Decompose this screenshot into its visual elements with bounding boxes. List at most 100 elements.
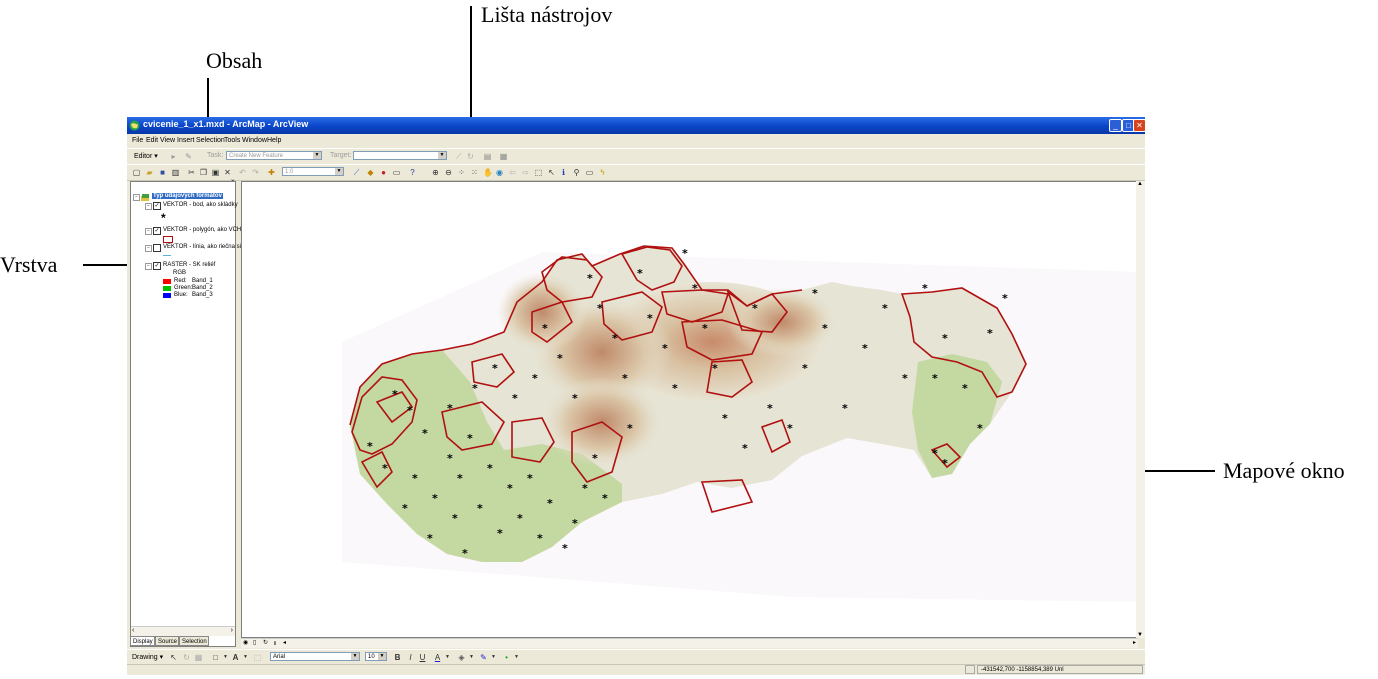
scroll-up-icon[interactable]: ▲ <box>1137 181 1143 187</box>
select-features-icon[interactable]: ⬚ <box>534 168 543 177</box>
arccatalog-icon[interactable]: ● <box>379 168 388 177</box>
tab-source[interactable]: Source <box>155 636 179 646</box>
editor-menu-button[interactable]: Editor ▾ <box>134 152 158 160</box>
refresh-view-icon[interactable]: ↻ <box>263 639 268 646</box>
new-document-icon[interactable]: ▢ <box>132 168 141 177</box>
target-dropdown[interactable]: ▼ <box>353 151 447 160</box>
menu-view[interactable]: View <box>160 137 175 144</box>
window-icon[interactable]: ▭ <box>392 168 401 177</box>
chevron-down-icon[interactable]: ▼ <box>221 653 230 662</box>
zoom-in-icon[interactable]: ⊕ <box>431 168 440 177</box>
toc-root-label[interactable]: Typ údajových formátov <box>152 193 223 199</box>
redo-icon[interactable]: ↷ <box>251 168 260 177</box>
title-bar[interactable]: cvicenie_1_x1.mxd - ArcMap - ArcView _ □… <box>127 117 1146 134</box>
scroll-left-icon[interactable]: ◂ <box>283 639 286 646</box>
font-name-dropdown[interactable]: Arial ▼ <box>270 652 360 661</box>
back-extent-icon[interactable]: ⇦ <box>508 168 517 177</box>
attributes-icon[interactable]: ▤ <box>483 152 492 161</box>
arctoolbox-icon[interactable]: ◆ <box>366 168 375 177</box>
scroll-left-icon[interactable]: ‹ <box>132 627 134 634</box>
paste-icon[interactable]: ▣ <box>211 168 220 177</box>
task-dropdown[interactable]: Create New Feature ▼ <box>226 151 322 160</box>
fill-color-icon[interactable]: ◈ <box>457 653 466 662</box>
menu-file[interactable]: File <box>132 137 143 144</box>
find-icon[interactable]: ⚲ <box>572 168 581 177</box>
select-elements-icon[interactable]: ↖ <box>169 653 178 662</box>
edit-vertices-icon[interactable]: ⬚ <box>253 653 262 662</box>
text-tool-icon[interactable]: A <box>231 653 240 662</box>
chevron-down-icon[interactable]: ▼ <box>489 653 498 662</box>
toc-layer-points[interactable]: VEKTOR - bod, ako skládky <box>163 202 238 208</box>
menu-tools[interactable]: Tools <box>224 137 240 144</box>
menu-edit[interactable]: Edit <box>146 137 158 144</box>
toc-layer-lines[interactable]: VEKTOR - línia, ako riečna sieť <box>163 244 247 250</box>
chevron-down-icon[interactable]: ▼ <box>241 653 250 662</box>
whats-this-icon[interactable]: ? <box>408 168 417 177</box>
collapse-icon[interactable]: − <box>145 263 152 270</box>
map-horizontal-scrollbar[interactable]: ◉ ▯ ↻ ॥ ◂ ▸ <box>241 638 1138 648</box>
layer-visibility-checkbox[interactable]: ✓ <box>153 202 161 210</box>
data-view-icon[interactable]: ◉ <box>243 639 248 646</box>
collapse-icon[interactable]: − <box>145 203 152 210</box>
fixed-zoom-out-icon[interactable]: ⁙ <box>470 168 479 177</box>
line-color-icon[interactable]: ✎ <box>479 653 488 662</box>
tab-selection[interactable]: Selection <box>179 636 209 646</box>
toc-horizontal-scrollbar[interactable]: ‹ › <box>131 626 235 636</box>
fixed-zoom-in-icon[interactable]: ⁘ <box>457 168 466 177</box>
collapse-icon[interactable]: − <box>145 228 152 235</box>
select-elements-icon[interactable]: ↖ <box>547 168 556 177</box>
close-button[interactable]: ✕ <box>1133 119 1146 132</box>
tab-display[interactable]: Display <box>130 636 155 646</box>
layer-visibility-checkbox[interactable]: ✓ <box>153 262 161 270</box>
identify-icon[interactable]: ℹ <box>559 168 568 177</box>
font-size-dropdown[interactable]: 10 ▼ <box>365 652 387 661</box>
menu-help[interactable]: Help <box>267 137 281 144</box>
undo-icon[interactable]: ↶ <box>238 168 247 177</box>
drawing-menu-button[interactable]: Drawing ▾ <box>132 653 163 661</box>
menu-selection[interactable]: Selection <box>196 137 225 144</box>
scroll-right-icon[interactable]: › <box>231 627 233 634</box>
cut-icon[interactable]: ✂ <box>187 168 196 177</box>
zoom-out-icon[interactable]: ⊖ <box>444 168 453 177</box>
toc-layer-raster[interactable]: RASTER - SK reliéf <box>163 262 215 268</box>
chevron-down-icon[interactable]: ▼ <box>467 653 476 662</box>
hyperlink-icon[interactable]: ϟ <box>598 168 607 177</box>
sketch-tool-icon[interactable]: ✎ <box>184 152 193 161</box>
print-icon[interactable]: ▥ <box>171 168 180 177</box>
toc-layer-polygons[interactable]: VEKTOR - polygón, ako VCH <box>163 227 241 233</box>
rotate-icon[interactable]: ↻ <box>182 653 191 662</box>
chevron-down-icon[interactable]: ▼ <box>512 653 521 662</box>
bold-button[interactable]: B <box>393 653 402 662</box>
menu-insert[interactable]: Insert <box>177 137 195 144</box>
italic-button[interactable]: I <box>406 653 415 662</box>
collapse-icon[interactable]: − <box>133 194 140 201</box>
open-folder-icon[interactable]: ▰ <box>145 168 154 177</box>
delete-icon[interactable]: ✕ <box>223 168 232 177</box>
minimize-button[interactable]: _ <box>1109 119 1122 132</box>
layer-visibility-checkbox[interactable] <box>153 244 161 252</box>
zoom-whole-page-icon[interactable]: ▦ <box>194 653 203 662</box>
layer-visibility-checkbox[interactable]: ✓ <box>153 227 161 235</box>
measure-icon[interactable]: ▭ <box>585 168 594 177</box>
map-vertical-scrollbar[interactable]: ▲ ▼ <box>1136 181 1145 638</box>
pause-drawing-icon[interactable]: ॥ <box>273 639 277 647</box>
forward-extent-icon[interactable]: ⇨ <box>521 168 530 177</box>
slovakia-map[interactable]: * * * * * * * * * * * * * * * * * * * * <box>242 182 1142 637</box>
marker-color-icon[interactable]: • <box>502 653 511 662</box>
add-data-icon[interactable]: ✚ <box>267 168 276 177</box>
rectangle-icon[interactable]: □ <box>211 653 220 662</box>
map-scale-dropdown[interactable]: 1:0 ▼ <box>282 167 344 176</box>
edit-tool-icon[interactable]: ▸ <box>169 152 178 161</box>
editor-toolbar-icon[interactable]: ⟋ <box>352 168 361 177</box>
collapse-icon[interactable]: − <box>145 245 152 252</box>
font-color-icon[interactable]: A <box>433 653 442 662</box>
rotate-tool-icon[interactable]: ↻ <box>466 152 475 161</box>
chevron-down-icon[interactable]: ▼ <box>443 653 452 662</box>
full-extent-icon[interactable]: ◉ <box>495 168 504 177</box>
sketch-properties-icon[interactable]: ▦ <box>499 152 508 161</box>
copy-icon[interactable]: ❐ <box>199 168 208 177</box>
split-tool-icon[interactable]: ⟋ <box>454 152 463 161</box>
pan-icon[interactable]: ✋ <box>483 168 493 177</box>
menu-window[interactable]: Window <box>242 137 267 144</box>
scroll-right-icon[interactable]: ▸ <box>1133 639 1136 646</box>
